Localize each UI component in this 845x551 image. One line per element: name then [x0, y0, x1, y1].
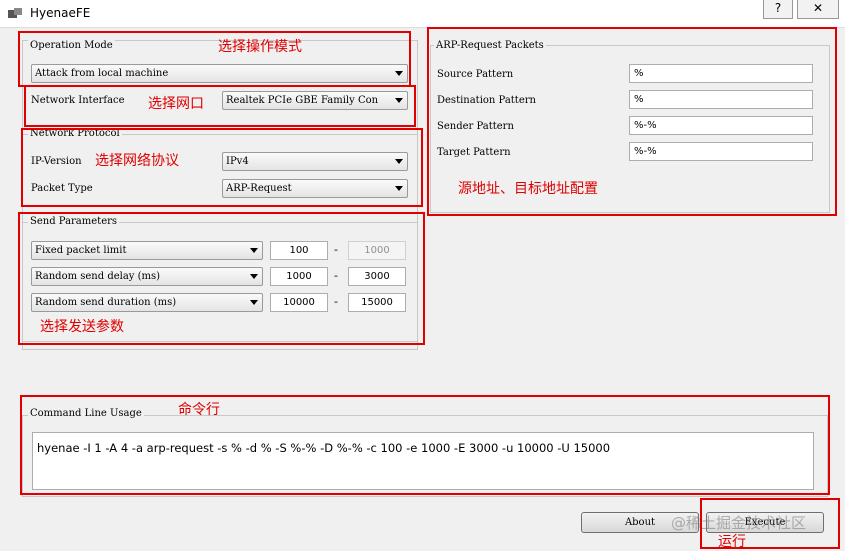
window-title: HyenaeFE [30, 6, 91, 20]
close-button[interactable]: ✕ [797, 0, 839, 19]
annotation-arp-config: 源地址、目标地址配置 [458, 181, 598, 197]
annotation-command-line: 命令行 [178, 402, 220, 418]
annotation-box-network-interface [24, 85, 416, 127]
annotation-network-protocol: 选择网络协议 [95, 153, 179, 169]
annotation-network-interface: 选择网口 [148, 96, 204, 112]
annotation-box-operation-mode [18, 31, 411, 87]
annotation-box-command-line [20, 395, 830, 495]
help-button[interactable]: ? [763, 0, 793, 19]
annotation-execute: 运行 [718, 534, 746, 550]
title-bar: HyenaeFE ? ✕ [0, 0, 845, 28]
annotation-send-params: 选择发送参数 [40, 319, 124, 335]
app-icon [8, 8, 22, 18]
annotation-operation-mode: 选择操作模式 [218, 39, 302, 55]
annotation-box-network-protocol [21, 128, 423, 207]
